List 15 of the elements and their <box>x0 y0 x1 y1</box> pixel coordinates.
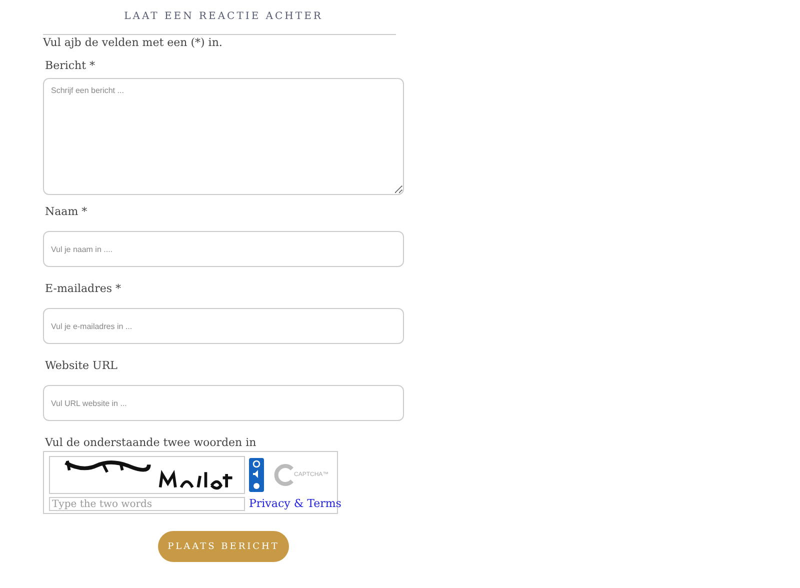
captcha-label: Vul de onderstaande twee woorden in <box>45 436 256 449</box>
field-label: Naam * <box>45 205 88 218</box>
privacy-link[interactable]: Privacy & Terms <box>249 497 342 511</box>
captcha-input[interactable]: Type the two words <box>49 497 245 511</box>
captcha-logo-icon <box>274 463 296 487</box>
input-field[interactable]: Vul URL website in ... <box>43 385 404 421</box>
section-heading: LAAT EEN REACTIE ACHTER <box>124 11 323 22</box>
required-note: Vul ajb de velden met een (*) in. <box>43 36 224 49</box>
input-field[interactable]: Vul je naam in .... <box>43 231 404 267</box>
message-field[interactable]: Schrijf een bericht ... <box>43 78 404 195</box>
input-field[interactable]: Vul je e-mailadres in ... <box>43 308 404 344</box>
captcha-controls-icon[interactable] <box>249 458 264 492</box>
field-label: Website URL <box>45 359 118 372</box>
field-label: E-mailadres * <box>45 282 121 295</box>
field-label: Bericht * <box>45 59 96 72</box>
